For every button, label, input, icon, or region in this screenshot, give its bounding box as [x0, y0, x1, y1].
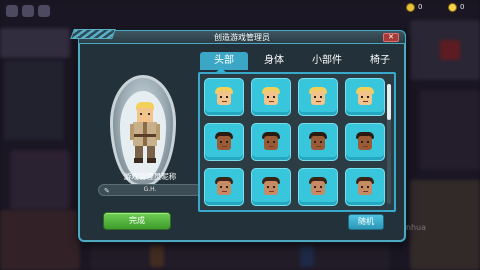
- gem-icon: [448, 3, 457, 12]
- face-icon: [214, 132, 234, 152]
- head-options-panel: [198, 72, 396, 212]
- close-button[interactable]: ✕: [383, 33, 399, 42]
- decorative-stripe: [70, 29, 116, 39]
- face-icon: [261, 87, 281, 107]
- head-option-cell[interactable]: [345, 123, 385, 161]
- head-option-cell[interactable]: [204, 78, 244, 116]
- dialog-title: 创造游戏管理员: [214, 33, 270, 42]
- tab-chair[interactable]: 椅子: [356, 52, 404, 70]
- face-icon: [308, 177, 328, 197]
- head-option-cell[interactable]: [345, 78, 385, 116]
- head-option-cell[interactable]: [251, 78, 291, 116]
- manager-name-value: G.H.: [143, 186, 157, 193]
- scrollbar-thumb[interactable]: [387, 84, 391, 120]
- face-icon: [261, 132, 281, 152]
- done-button[interactable]: 完成: [103, 212, 171, 230]
- coin-count: 0: [418, 3, 423, 11]
- face-icon: [261, 177, 281, 197]
- manager-name-input[interactable]: ✎ G.H.: [98, 184, 202, 196]
- edit-pencil-icon: ✎: [104, 187, 110, 195]
- dialog-titlebar: 创造游戏管理员 ✕: [78, 30, 406, 44]
- face-icon: [355, 87, 375, 107]
- manager-name-label: 游戏管理员昵称: [123, 172, 177, 181]
- face-icon: [308, 87, 328, 107]
- category-tabs: 头部 身体 小部件 椅子: [200, 52, 400, 70]
- head-options-grid: [204, 78, 385, 210]
- settings-icon[interactable]: [6, 5, 18, 17]
- coin-icon: [406, 3, 415, 12]
- map-icon[interactable]: [38, 5, 50, 17]
- create-manager-dialog: 创造游戏管理员 ✕ 游戏管理员昵称 ✎ G.H. 完成 头部 身体 小部件 椅子…: [70, 29, 406, 242]
- face-icon: [355, 132, 375, 152]
- tab-body[interactable]: 身体: [250, 52, 298, 70]
- face-icon: [308, 132, 328, 152]
- face-icon: [355, 177, 375, 197]
- hud-currency: 0 0: [406, 2, 476, 14]
- random-button[interactable]: 随机: [348, 214, 384, 230]
- head-option-cell[interactable]: [251, 168, 291, 206]
- head-option-cell[interactable]: [204, 123, 244, 161]
- hud-left: [6, 4, 64, 18]
- head-option-cell[interactable]: [298, 123, 338, 161]
- face-icon: [214, 177, 234, 197]
- head-option-cell[interactable]: [251, 123, 291, 161]
- head-option-cell[interactable]: [204, 168, 244, 206]
- tab-gadget[interactable]: 小部件: [300, 52, 354, 70]
- gem-count: 0: [460, 3, 465, 11]
- head-option-cell[interactable]: [298, 168, 338, 206]
- face-icon: [214, 87, 234, 107]
- menu-icon[interactable]: [22, 5, 34, 17]
- head-option-cell[interactable]: [345, 168, 385, 206]
- watermark-text: nhua: [405, 223, 426, 232]
- head-option-cell[interactable]: [298, 78, 338, 116]
